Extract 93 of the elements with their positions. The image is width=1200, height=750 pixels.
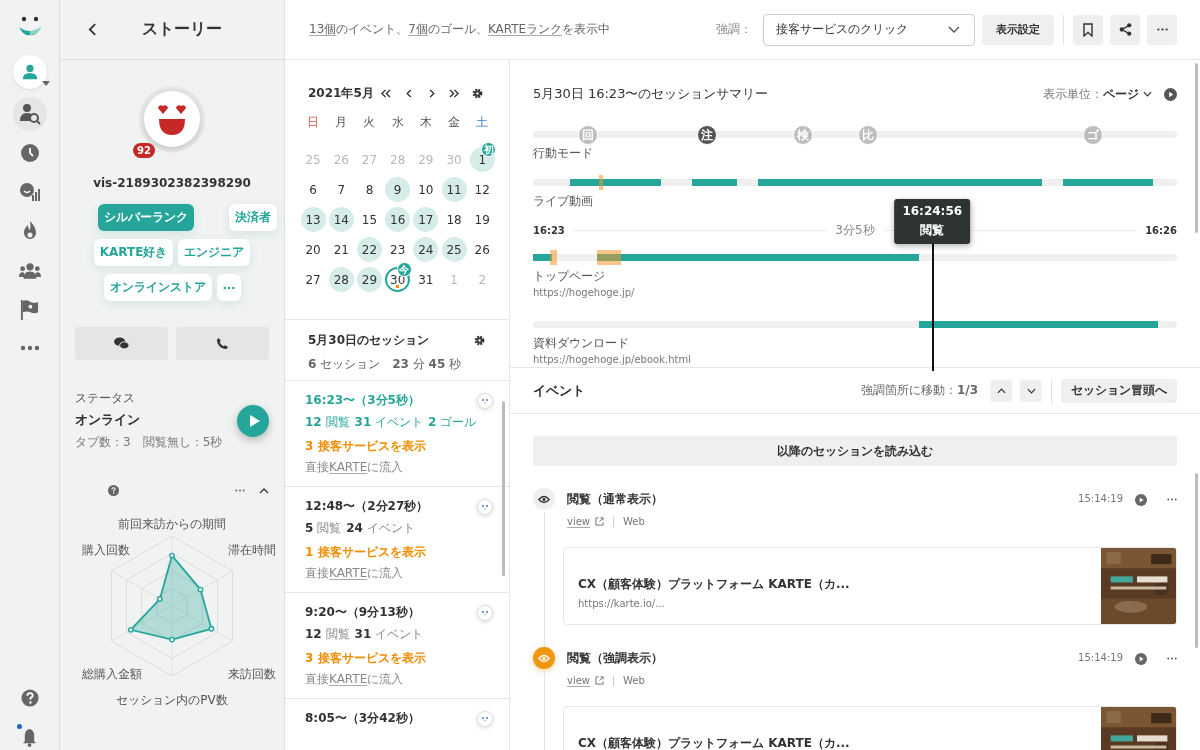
session-stats: 5 閲覧 24 イベント	[305, 520, 416, 537]
session-source: 直接KARTEに流入	[305, 565, 405, 582]
start-time: 16:23	[533, 225, 565, 236]
session-services: 1 接客サービスを表示	[305, 544, 427, 561]
summary-link[interactable]: 13個	[309, 22, 337, 36]
unit-label: 表示単位：	[1043, 85, 1103, 103]
calendar-day[interactable]: 6	[299, 172, 328, 202]
page-card[interactable]: CX（顧客体験）プラットフォーム KARTE（カ...	[563, 706, 1177, 750]
session-services: 3 接客サービスを表示	[305, 650, 427, 667]
calendar-day[interactable]: 21	[327, 232, 356, 262]
session-item[interactable]: 9:20〜（9分13秒） 12 閲覧 31 イベント 3 接客サービスを表示 直接KARTEに流入	[285, 593, 509, 699]
jump-counter: 強調箇所に移動：1/3	[860, 382, 978, 399]
summary-link[interactable]: 7個	[408, 22, 428, 36]
weekday-label: 月	[334, 114, 349, 131]
track-label: 行動モード	[533, 145, 593, 162]
calendar-day[interactable]: 7	[327, 172, 356, 202]
unit-select[interactable]: ページ	[1103, 85, 1152, 103]
calendar-day[interactable]: 27	[299, 262, 328, 292]
event-time: 15:14:19	[1078, 493, 1123, 504]
session-stats: 12 閲覧 31 イベント	[305, 626, 425, 643]
karte-link[interactable]: KARTE	[329, 460, 368, 474]
event-title: 閲覧（通常表示）	[567, 491, 664, 508]
panel-title: ストーリー	[142, 19, 222, 40]
session-time: 12:48〜（2分27秒）	[305, 498, 429, 515]
calendar-day[interactable]: 15	[355, 202, 384, 232]
view-link[interactable]: view	[567, 675, 591, 686]
sessions-summary: 6 セッション 23 分 45 秒	[308, 356, 463, 373]
session-source: 直接KARTEに流入	[305, 671, 405, 688]
radar-axis-label: 滞在時間	[228, 542, 276, 559]
calendar-day[interactable]: 26	[468, 232, 497, 262]
emphasis-select[interactable]: 接客サービスのクリック	[763, 13, 975, 46]
weekday-label: 日	[306, 114, 321, 131]
display-summary: 13個のイベント、7個のゴール、KARTEランク を表示中	[309, 21, 612, 38]
session-stats: 12 閲覧 31 イベント 2 ゴール	[305, 414, 478, 431]
sessions-title: 5月30日のセッション	[308, 332, 430, 349]
status-detail: タブ数：3 閲覧無し：5秒	[75, 434, 223, 451]
karte-link[interactable]: KARTE	[329, 672, 368, 686]
page-title: 資料ダウンロード	[533, 335, 629, 352]
weekday-label: 土	[475, 114, 490, 131]
weekday-label: 金	[447, 114, 462, 131]
card-url: https://karte.io/...	[578, 598, 666, 609]
page-card[interactable]: CX（顧客体験）プラットフォーム KARTE（カ... https://karte.io/...	[563, 547, 1177, 625]
to-start-button[interactable]: セッション冒頭へ	[1061, 378, 1177, 403]
page-url: https://hogehoge.jp/ebook.html	[533, 354, 691, 365]
session-services: 3 接客サービスを表示	[305, 438, 427, 455]
calendar-day[interactable]: 12	[468, 172, 497, 202]
visitor-id: vis-2189302382398290	[92, 176, 252, 190]
weekday-label: 火	[362, 114, 377, 131]
calendar-day[interactable]: 19	[468, 202, 497, 232]
summary-link[interactable]: KARTEランク	[487, 22, 563, 36]
weekday-label: 水	[390, 114, 405, 131]
track-label: ライブ動画	[533, 193, 593, 210]
tooltip-label: 閲覧	[920, 222, 945, 239]
summary-title: 5月30日 16:23〜のセッションサマリー	[533, 85, 770, 103]
event-time: 15:14:19	[1078, 652, 1123, 663]
calendar-day[interactable]: 8	[355, 172, 384, 202]
event-source: Web	[623, 675, 645, 686]
karte-link[interactable]: KARTE	[329, 566, 368, 580]
load-more-button[interactable]: 以降のセッションを読み込む	[533, 436, 1177, 466]
session-time: 8:05〜（3分42秒）	[305, 710, 420, 727]
radar-axis-label: 購入回数	[82, 542, 130, 559]
duration-label: 3分5秒	[835, 222, 875, 239]
session-time: 9:20〜（9分13秒）	[305, 604, 420, 621]
calendar-day[interactable]: 18	[440, 202, 469, 232]
page-title: トップページ	[533, 268, 605, 285]
event-title: 閲覧（強調表示）	[567, 650, 664, 667]
card-title: CX（顧客体験）プラットフォーム KARTE（カ...	[578, 576, 851, 593]
calendar-day[interactable]: 23	[383, 232, 412, 262]
session-source: 直接KARTEに流入	[305, 459, 405, 476]
emphasis-label: 強調：	[716, 21, 752, 38]
page-url: https://hogehoge.jp/	[533, 287, 635, 298]
radar-axis-label: 総購入金額	[82, 666, 142, 683]
radar-axis-label: 前回来訪からの期間	[117, 516, 227, 533]
events-title: イベント	[533, 381, 586, 400]
view-link[interactable]: view	[567, 516, 591, 527]
session-time: 16:23〜（3分5秒）	[305, 392, 420, 409]
session-item[interactable]: 8:05〜（3分42秒）	[285, 699, 509, 750]
score-badge: 92	[133, 143, 155, 158]
calendar-day[interactable]: 20	[299, 232, 328, 262]
calendar-day[interactable]: 31	[411, 262, 440, 292]
calendar-day[interactable]: 10	[411, 172, 440, 202]
radar-axis-label: 来訪回数	[228, 666, 276, 683]
card-title: CX（顧客体験）プラットフォーム KARTE（カ...	[578, 735, 851, 750]
end-time: 16:26	[1145, 225, 1177, 236]
status-value: オンライン	[75, 411, 141, 429]
status-label: ステータス	[75, 390, 136, 407]
event-source: Web	[623, 516, 645, 527]
weekday-label: 木	[418, 114, 433, 131]
radar-axis-label: セッション内のPV数	[115, 692, 229, 709]
mode-marker[interactable]: 注	[696, 125, 717, 145]
calendar-month: 2021年5月	[308, 85, 374, 102]
tooltip-time: 16:24:56	[902, 204, 963, 218]
display-settings-button[interactable]: 表示設定	[982, 14, 1054, 45]
